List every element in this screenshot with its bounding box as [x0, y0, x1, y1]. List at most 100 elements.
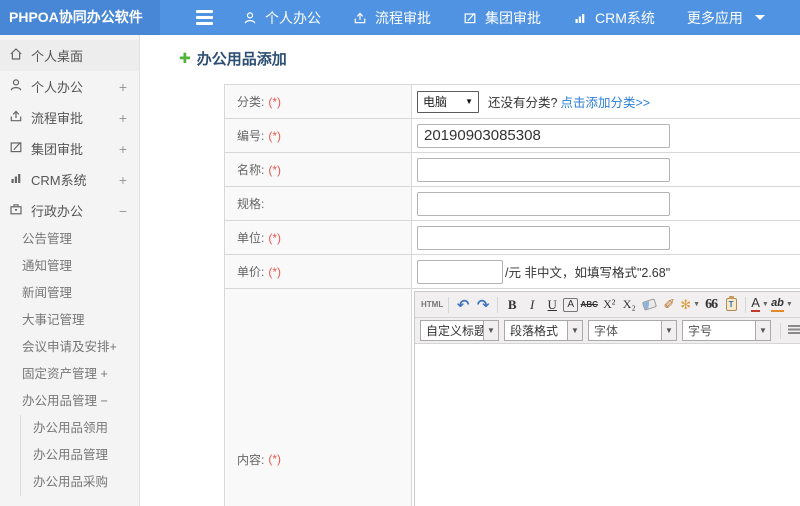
sidebar-item-desktop[interactable]: 个人桌面 [0, 40, 139, 71]
sidebar-item-news-mgmt[interactable]: 新闻管理 [0, 280, 139, 307]
bar-chart-icon [573, 11, 587, 25]
sidebar-item-supplies-purchase[interactable]: 办公用品采购 [21, 469, 139, 496]
sidebar-item-announcement-mgmt[interactable]: 公告管理 [0, 226, 139, 253]
expand-plus-icon[interactable]: + [119, 110, 127, 126]
sidebar-item-notice-mgmt[interactable]: 通知管理 [0, 253, 139, 280]
caret-down-icon: ▼ [568, 320, 583, 341]
form-row-name: 名称: (*) [225, 153, 800, 187]
caret-down-icon: ▼ [756, 320, 771, 341]
collapse-minus-icon[interactable]: − [119, 203, 127, 219]
name-input[interactable] [417, 157, 670, 182]
unit-label: 单位: (*) [225, 221, 412, 254]
code-label: 编号: (*) [225, 119, 412, 152]
nav-item-label: 流程审批 [375, 9, 431, 26]
category-select[interactable]: 电脑 ▼ [417, 90, 479, 113]
superscript-button[interactable]: X² [600, 296, 618, 314]
nav-item-group-approval[interactable]: 集团审批 [463, 8, 541, 28]
sidebar-item-fixed-assets-mgmt[interactable]: 固定资产管理 + [0, 361, 139, 388]
select-caret-icon: ▼ [465, 97, 473, 106]
nav-item-crm[interactable]: CRM系统 [573, 8, 655, 28]
form-row-category: 分类: (*) 电脑 ▼ 还没有分类? 点击添加分类>> [225, 85, 800, 119]
sidebar-item-personal-office[interactable]: 个人办公 + [0, 71, 139, 102]
bar-chart-icon [9, 171, 23, 188]
font-family-select[interactable]: 字体 ▼ [588, 320, 677, 341]
add-category-link[interactable]: 点击添加分类>> [560, 92, 650, 111]
align-left-icon[interactable] [786, 322, 800, 340]
expand-plus-icon[interactable]: + [119, 172, 127, 188]
editor-toolbar-row2: 自定义标题 ▼ 段落格式 ▼ 字体 ▼ 字号 ▼ [415, 318, 800, 344]
code-input[interactable] [417, 123, 670, 148]
flow-approval-icon [353, 11, 367, 25]
editor-toolbar-row1: HTML ↶ ↷ B I U A ABC X² X₂ ✐ ✻ ▼ 66 T A … [415, 292, 800, 318]
sidebar-item-label: 个人桌面 [31, 49, 84, 64]
edit-icon [463, 11, 477, 25]
nav-item-label: CRM系统 [595, 9, 655, 26]
form-row-unit: 单位: (*) [225, 221, 800, 255]
sidebar-item-process-approval[interactable]: 流程审批 + [0, 102, 139, 133]
caret-down-icon: ▼ [484, 320, 499, 341]
editor-content-area[interactable] [415, 344, 800, 506]
price-input[interactable] [417, 259, 503, 284]
page-title: ✚ 办公用品添加 [179, 48, 800, 69]
nav-item-process-approval[interactable]: 流程审批 [353, 8, 431, 28]
top-nav: 个人办公 流程审批 集团审批 CRM系统 更多应用 [160, 0, 800, 35]
add-plus-icon: ✚ [179, 50, 191, 66]
unit-input[interactable] [417, 225, 670, 250]
sidebar-item-label: 行政办公 [31, 204, 84, 219]
redo-icon[interactable]: ↷ [474, 296, 492, 314]
sidebar-item-supplies-claim[interactable]: 办公用品领用 [21, 415, 139, 442]
caret-down-icon: ▼ [761, 301, 769, 308]
user-icon [9, 78, 23, 95]
paragraph-format-select[interactable]: 段落格式 ▼ [504, 320, 583, 341]
nav-item-personal-office[interactable]: 个人办公 [243, 8, 321, 28]
underline-button[interactable]: U [543, 296, 561, 314]
sidebar-item-crm[interactable]: CRM系统 + [0, 164, 139, 195]
form-row-price: 单价: (*) /元 非中文，如填写格式"2.68" [225, 255, 800, 289]
name-label: 名称: (*) [225, 153, 412, 186]
italic-button[interactable]: I [523, 296, 541, 314]
eraser-icon[interactable] [640, 296, 658, 314]
add-supplies-form: 分类: (*) 电脑 ▼ 还没有分类? 点击添加分类>> 编号: (*) 201… [224, 84, 800, 506]
paste-icon[interactable]: T [722, 296, 740, 314]
expand-plus-icon[interactable]: + [119, 79, 127, 95]
strikethrough-button[interactable]: ABC [580, 296, 598, 314]
bold-button[interactable]: B [503, 296, 521, 314]
sidebar-item-admin-office[interactable]: 行政办公 − [0, 195, 139, 226]
sidebar-item-supplies-manage[interactable]: 办公用品管理 [21, 442, 139, 469]
spec-label: 规格: [225, 187, 412, 220]
sidebar-item-group-approval[interactable]: 集团审批 + [0, 133, 139, 164]
office-supplies-submenu: 办公用品领用 办公用品管理 办公用品采购 [20, 415, 139, 496]
nav-item-more-apps[interactable]: 更多应用 [687, 8, 765, 28]
spec-input[interactable] [417, 191, 670, 216]
toolbar-divider [448, 296, 450, 313]
font-size-select[interactable]: 字号 ▼ [682, 320, 771, 341]
required-marker: (*) [268, 230, 282, 245]
font-style-button[interactable]: A [563, 297, 579, 312]
flow-approval-icon [9, 109, 23, 126]
sidebar-item-office-supplies-mgmt[interactable]: 办公用品管理 − [0, 388, 139, 415]
subscript-button[interactable]: X₂ [620, 296, 638, 314]
main-content: ✚ 办公用品添加 分类: (*) 电脑 ▼ 还没有分类? 点击添加分类>> 编号… [140, 35, 800, 506]
form-row-spec: 规格: [225, 187, 800, 221]
font-color-button[interactable]: A ▼ [751, 296, 769, 314]
menu-icon[interactable] [196, 10, 213, 25]
required-marker: (*) [268, 94, 282, 109]
nav-item-label: 集团审批 [485, 9, 541, 26]
highlight-color-button[interactable]: ab ▼ [771, 296, 793, 314]
format-brush-icon[interactable]: ✐ [660, 296, 678, 314]
toolbar-divider [497, 296, 499, 313]
html-source-button[interactable]: HTML [421, 296, 443, 314]
edit-icon [9, 140, 23, 157]
expand-plus-icon[interactable]: + [119, 141, 127, 157]
sidebar-item-label: 流程审批 [31, 111, 84, 126]
autoformat-wand-icon[interactable]: ✻ ▼ [680, 296, 700, 314]
home-icon [9, 47, 23, 64]
undo-icon[interactable]: ↶ [454, 296, 472, 314]
sidebar-item-meeting-mgmt[interactable]: 会议申请及安排+ [0, 334, 139, 361]
caret-down-icon [754, 15, 765, 20]
custom-heading-select[interactable]: 自定义标题 ▼ [420, 320, 499, 341]
user-icon [243, 11, 257, 25]
sidebar-item-memorabilia-mgmt[interactable]: 大事记管理 [0, 307, 139, 334]
nav-item-label: 个人办公 [265, 9, 321, 26]
blockquote-button[interactable]: 66 [702, 296, 720, 314]
